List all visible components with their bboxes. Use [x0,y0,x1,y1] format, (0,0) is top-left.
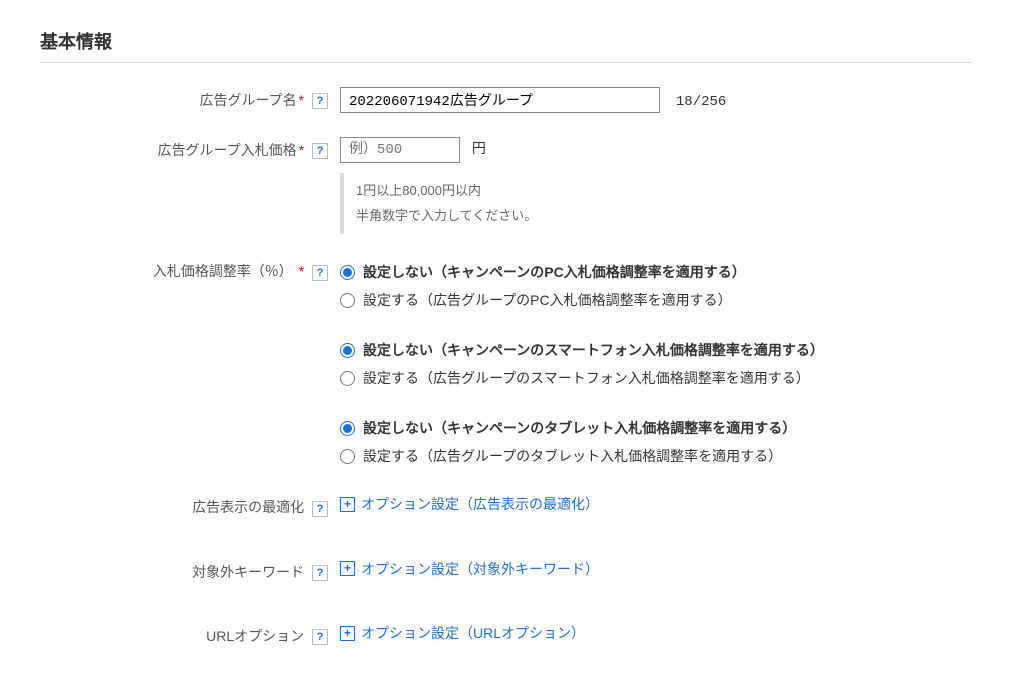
radio-label: 設定しない（キャンペーンのPC入札価格調整率を適用する） [363,258,746,286]
content-url-option: + オプション設定（URLオプション） [340,621,972,643]
radio-group-tab: 設定しない（キャンペーンのタブレット入札価格調整率を適用する） 設定する（広告グ… [340,414,972,470]
label-ad-display-opt: 広告表示の最適化 ? [40,492,340,518]
help-icon[interactable]: ? [312,93,328,109]
expand-ad-display-opt[interactable]: + オプション設定（広告表示の最適化） [340,494,599,514]
radio-sp-on[interactable]: 設定する（広告グループのスマートフォン入札価格調整率を適用する） [340,364,972,392]
radio-group-sp: 設定しない（キャンペーンのスマートフォン入札価格調整率を適用する） 設定する（広… [340,336,972,392]
label-url-option: URLオプション ? [40,621,340,647]
row-url-option: URLオプション ? + オプション設定（URLオプション） [40,621,972,647]
radio-input[interactable] [340,343,355,358]
link-text: オプション設定（広告表示の最適化） [361,494,599,514]
help-icon[interactable]: ? [312,565,328,581]
content-bid-price: 円 1円以上80,000円以内 半角数字で入力してください。 [340,135,972,234]
radio-sp-off[interactable]: 設定しない（キャンペーンのスマートフォン入札価格調整率を適用する） [340,336,972,364]
radio-input[interactable] [340,371,355,386]
group-name-input[interactable] [340,87,660,113]
radio-input[interactable] [340,293,355,308]
char-counter: 18/256 [676,94,726,110]
required-mark: * [299,142,304,158]
row-bid-price: 広告グループ入札価格* ? 円 1円以上80,000円以内 半角数字で入力してく… [40,135,972,234]
radio-input[interactable] [340,265,355,280]
radio-input[interactable] [340,421,355,436]
section-title: 基本情報 [40,28,972,63]
radio-label: 設定する（広告グループのタブレット入札価格調整率を適用する） [363,442,782,470]
radio-label: 設定しない（キャンペーンのスマートフォン入札価格調整率を適用する） [363,336,824,364]
plus-icon: + [340,561,355,576]
hint-line: 半角数字で入力してください。 [356,204,960,229]
label-bid-adjust: 入札価格調整率（％） * ? [40,256,340,282]
radio-label: 設定する（広告グループのスマートフォン入札価格調整率を適用する） [363,364,810,392]
radio-pc-on[interactable]: 設定する（広告グループのPC入札価格調整率を適用する） [340,286,972,314]
help-icon[interactable]: ? [312,143,328,159]
row-bid-adjust: 入札価格調整率（％） * ? 設定しない（キャンペーンのPC入札価格調整率を適用… [40,256,972,470]
radio-tab-off[interactable]: 設定しない（キャンペーンのタブレット入札価格調整率を適用する） [340,414,972,442]
hint-line: 1円以上80,000円以内 [356,179,960,204]
row-group-name: 広告グループ名* ? 18/256 [40,85,972,113]
row-ad-display-opt: 広告表示の最適化 ? + オプション設定（広告表示の最適化） [40,492,972,518]
help-icon[interactable]: ? [312,501,328,517]
radio-group-pc: 設定しない（キャンペーンのPC入札価格調整率を適用する） 設定する（広告グループ… [340,258,972,314]
radio-tab-on[interactable]: 設定する（広告グループのタブレット入札価格調整率を適用する） [340,442,972,470]
plus-icon: + [340,626,355,641]
content-negative-kw: + オプション設定（対象外キーワード） [340,557,972,579]
label-negative-kw: 対象外キーワード ? [40,557,340,583]
content-ad-display-opt: + オプション設定（広告表示の最適化） [340,492,972,514]
label-group-name: 広告グループ名* ? [40,85,340,111]
help-icon[interactable]: ? [312,629,328,645]
label-bid-price: 広告グループ入札価格* ? [40,135,340,161]
required-mark: * [299,263,304,279]
expand-negative-kw[interactable]: + オプション設定（対象外キーワード） [340,559,599,579]
required-mark: * [299,92,304,108]
expand-url-option[interactable]: + オプション設定（URLオプション） [340,623,585,643]
radio-pc-off[interactable]: 設定しない（キャンペーンのPC入札価格調整率を適用する） [340,258,972,286]
help-icon[interactable]: ? [312,265,328,281]
link-text: オプション設定（対象外キーワード） [361,559,599,579]
bid-price-hint: 1円以上80,000円以内 半角数字で入力してください。 [340,173,972,234]
radio-label: 設定する（広告グループのPC入札価格調整率を適用する） [363,286,732,314]
link-text: オプション設定（URLオプション） [361,623,585,643]
currency-unit: 円 [472,140,486,156]
plus-icon: + [340,497,355,512]
content-bid-adjust: 設定しない（キャンペーンのPC入札価格調整率を適用する） 設定する（広告グループ… [340,256,972,470]
content-group-name: 18/256 [340,85,972,113]
radio-input[interactable] [340,449,355,464]
bid-price-input[interactable] [340,137,460,163]
radio-label: 設定しない（キャンペーンのタブレット入札価格調整率を適用する） [363,414,796,442]
row-negative-kw: 対象外キーワード ? + オプション設定（対象外キーワード） [40,557,972,583]
